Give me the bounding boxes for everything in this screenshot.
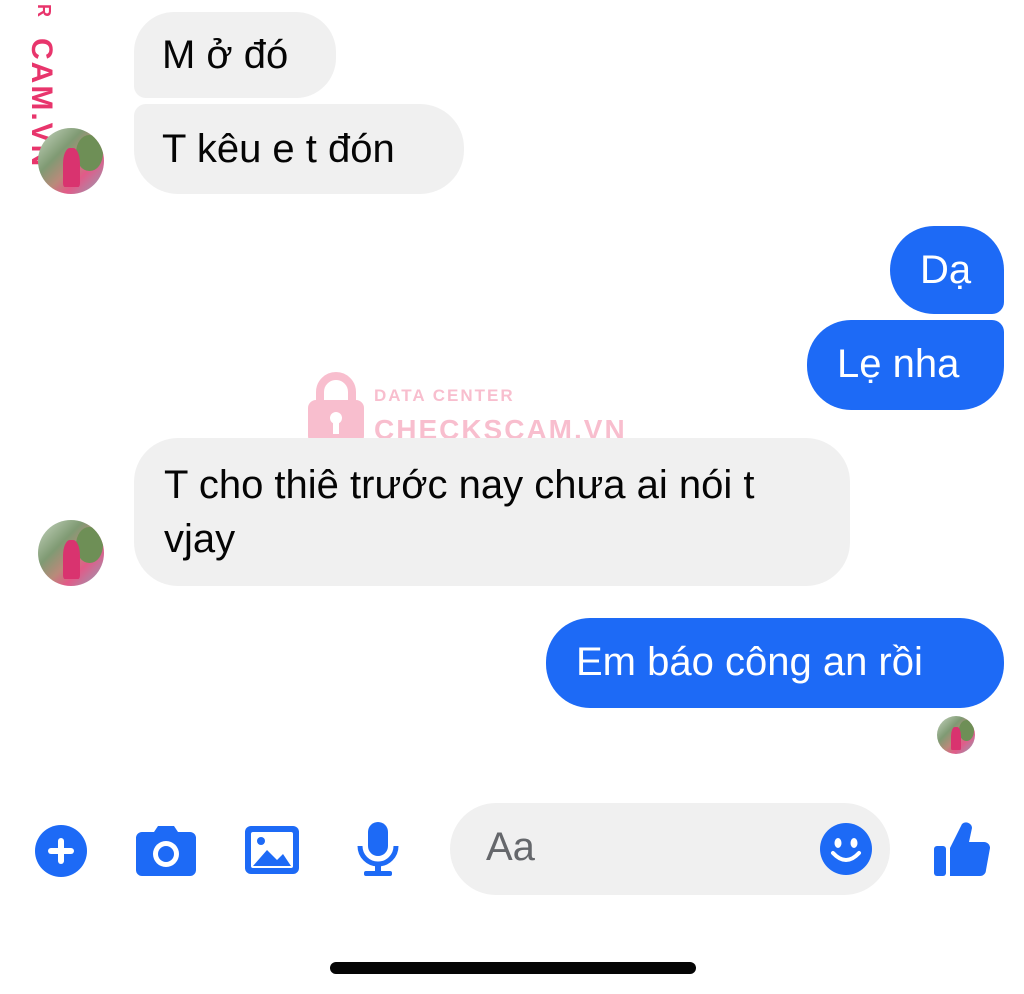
message-text: T cho thiê trước nay chưa ai nói t vjay (164, 463, 755, 561)
message-text: T kêu e t đón (162, 127, 395, 171)
plus-icon[interactable] (34, 824, 88, 878)
microphone-icon[interactable] (356, 822, 400, 878)
thumbs-up-icon[interactable] (934, 820, 990, 878)
message-text: Lẹ nha (837, 342, 960, 386)
message-bubble-incoming[interactable]: T cho thiê trước nay chưa ai nói t vjay (134, 438, 850, 586)
message-bubble-incoming[interactable]: T kêu e t đón (134, 104, 464, 194)
message-text: M ở đó (162, 33, 289, 77)
message-input-placeholder: Aa (486, 825, 535, 869)
message-bubble-incoming[interactable]: M ở đó (134, 12, 336, 98)
contact-avatar[interactable] (38, 128, 104, 194)
message-bubble-outgoing[interactable]: Em báo công an rồi (546, 618, 1004, 708)
image-icon[interactable] (245, 826, 299, 874)
center-watermark: DATA CENTER CHECKSCAM.VN (300, 368, 640, 448)
side-watermark-letter: R (34, 4, 54, 17)
lock-icon (308, 372, 364, 444)
camera-icon[interactable] (136, 826, 196, 876)
home-indicator (330, 962, 696, 974)
seen-avatar (937, 716, 975, 754)
message-bubble-outgoing[interactable]: Lẹ nha (807, 320, 1004, 410)
emoji-icon[interactable] (820, 823, 872, 875)
contact-avatar[interactable] (38, 520, 104, 586)
message-text: Em báo công an rồi (576, 640, 923, 684)
message-input[interactable]: Aa (450, 803, 890, 895)
message-bubble-outgoing[interactable]: Dạ (890, 226, 1004, 314)
watermark-line1: DATA CENTER (374, 386, 515, 405)
message-text: Dạ (920, 248, 972, 292)
